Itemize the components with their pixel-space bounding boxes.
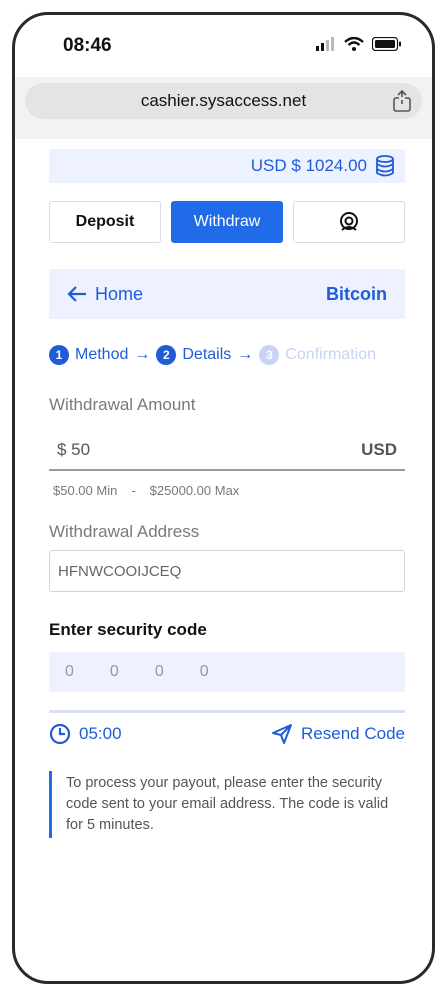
code-digit-4[interactable]: 0 [200,663,209,681]
security-code-label: Enter security code [49,620,207,639]
amount-value: $ 50 [57,440,91,459]
step-3-label: Confirmation [285,346,376,363]
support-icon [340,212,358,231]
amount-currency: USD [361,440,397,459]
step-2-number: 2 [156,345,177,365]
tab-deposit-label: Deposit [75,213,135,230]
wifi-icon [344,37,364,51]
send-icon [272,724,293,744]
min-limit: $50.00 Min [53,483,118,498]
amount-limits: $50.00 Min - $25000.00 Max [49,483,405,498]
max-limit: $25000.00 Max [149,483,240,498]
battery-icon [372,37,401,51]
step-3-number: 3 [259,345,280,365]
resend-label: Resend Code [301,724,405,743]
security-code-input[interactable]: 0 0 0 0 [49,652,405,692]
countdown: 05:00 [49,723,122,745]
code-digit-2[interactable]: 0 [110,663,119,681]
step-2-label: Details [182,346,232,363]
home-label: Home [95,283,144,304]
coins-stack-icon [376,155,394,177]
signal-icon [316,37,334,51]
step-arrow-icon: → [134,346,151,363]
url-text: cashier.sysaccess.net [140,91,307,110]
tab-support[interactable] [293,201,405,243]
tab-deposit[interactable]: Deposit [49,201,161,243]
nav-bar: Home Bitcoin [49,269,405,319]
code-divider [49,710,405,713]
resend-code-button[interactable]: Resend Code [271,723,405,745]
amount-label: Withdrawal Amount [49,395,196,414]
status-time: 08:46 [63,35,112,56]
phone-frame: 08:46 cashier.sysaccess.net USD $ 1024.0… [12,12,435,984]
balance-bar: USD $ 1024.00 [49,149,405,183]
address-input[interactable]: HFNWCOOIJCEQ [49,550,405,592]
browser-bar: cashier.sysaccess.net [15,77,432,139]
cashier-content: USD $ 1024.00 Deposit Withdraw Home Bitc… [49,149,405,838]
info-note: To process your payout, please enter the… [49,771,405,838]
clock-icon [49,723,71,745]
amount-input[interactable]: $ 50 USD [49,431,405,471]
arrow-left-icon [67,286,86,302]
address-label: Withdrawal Address [49,522,200,541]
status-bar: 08:46 [15,15,432,75]
code-digit-1[interactable]: 0 [65,663,74,681]
code-digit-3[interactable]: 0 [155,663,164,681]
balance-text: USD $ 1024.00 [250,156,367,175]
step-indicator: 1 Method → 2 Details → 3 Confirmation [49,345,405,365]
countdown-time: 05:00 [79,724,122,743]
share-icon[interactable] [392,89,412,117]
url-bar[interactable]: cashier.sysaccess.net [25,83,422,119]
cashier-tabs: Deposit Withdraw [49,201,405,243]
step-arrow-icon: → [237,346,254,363]
limit-separator: - [131,483,136,498]
timer-row: 05:00 Resend Code [49,723,405,745]
status-icons [316,37,402,51]
method-name: Bitcoin [326,283,387,304]
tab-withdraw-label: Withdraw [193,213,261,230]
step-1-label: Method [75,346,129,363]
address-value: HFNWCOOIJCEQ [58,562,182,580]
home-link[interactable]: Home [67,284,143,305]
tab-withdraw[interactable]: Withdraw [171,201,283,243]
step-1-number: 1 [49,345,69,365]
